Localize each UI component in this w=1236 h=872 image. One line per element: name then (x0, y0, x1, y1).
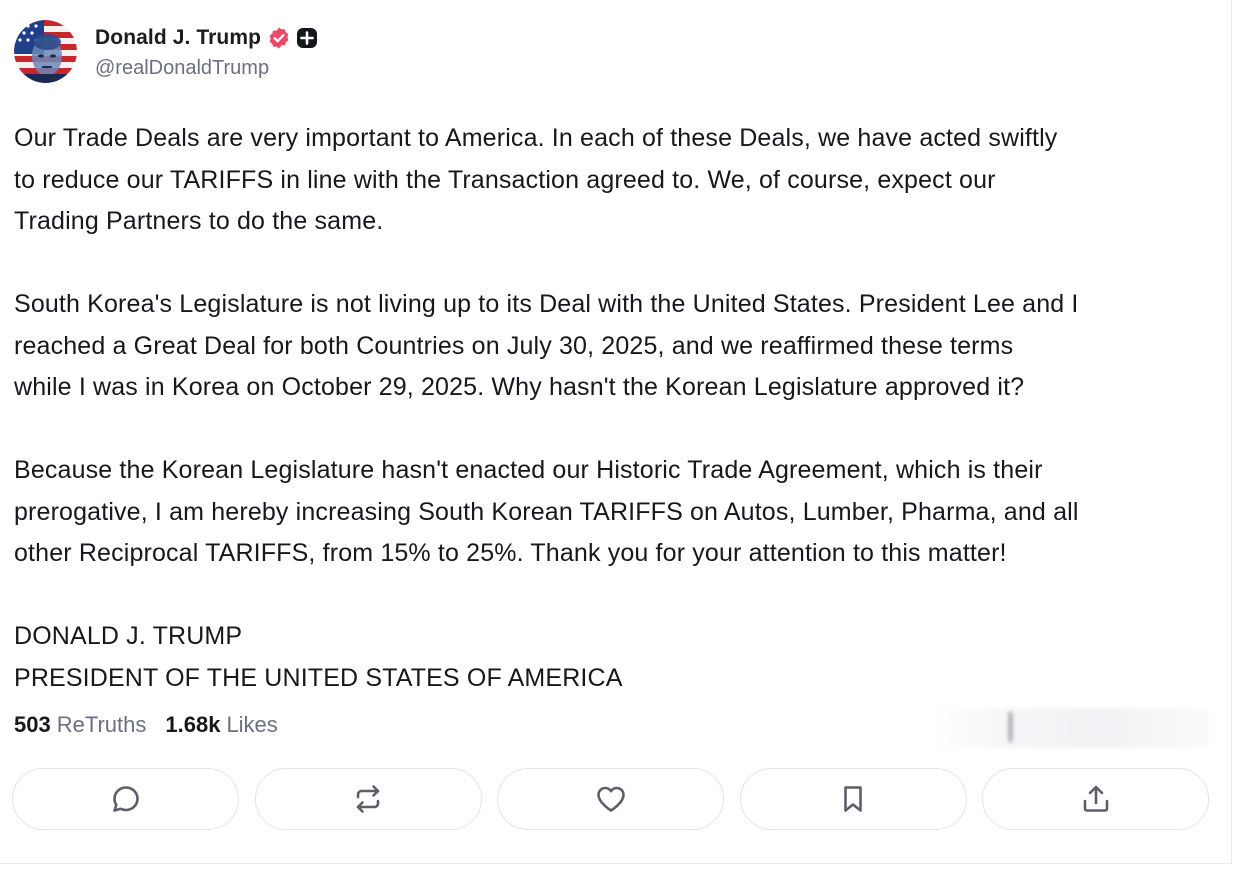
post-paragraph: Because the Korean Legislature hasn't en… (14, 456, 1079, 567)
post-paragraph: South Korea's Legislature is not living … (14, 290, 1079, 401)
blurred-mark (1009, 712, 1012, 742)
post-text: Our Trade Deals are very important to Am… (14, 118, 1214, 699)
blurred-watermark (930, 708, 1210, 748)
heart-icon (596, 786, 625, 812)
author-display-name[interactable]: Donald J. Trump (95, 26, 261, 50)
plus-badge-icon (296, 27, 318, 49)
share-icon (1083, 785, 1108, 812)
like-button[interactable] (497, 768, 724, 830)
name-row: Donald J. Trump (95, 23, 318, 53)
repost-icon (356, 785, 380, 813)
likes-label[interactable]: Likes (226, 712, 277, 738)
retruth-button[interactable] (254, 768, 482, 830)
bookmark-button[interactable] (739, 768, 967, 830)
verified-badge-icon (267, 26, 291, 50)
share-button[interactable] (982, 768, 1209, 830)
retruths-label[interactable]: ReTruths (57, 712, 147, 738)
author-handle[interactable]: @realDonaldTrump (95, 57, 318, 80)
retruths-count[interactable]: 503 (14, 712, 51, 738)
avatar[interactable] (14, 19, 77, 83)
post-paragraph: Our Trade Deals are very important to Am… (14, 124, 1058, 235)
engagement-stats: 503 ReTruths 1.68k Likes (14, 712, 278, 738)
action-bar (12, 768, 1209, 830)
post-card: Donald J. Trump @realDonaldTrump Our Tra… (0, 0, 1232, 864)
avatar-portrait-icon (14, 19, 77, 83)
post-signature: DONALD J. TRUMP PRESIDENT OF THE UNITED … (14, 622, 623, 692)
reply-button[interactable] (12, 768, 239, 830)
author-block: Donald J. Trump @realDonaldTrump (95, 23, 318, 80)
post-header: Donald J. Trump @realDonaldTrump (14, 18, 318, 84)
comment-icon (112, 786, 139, 812)
likes-count[interactable]: 1.68k (165, 712, 220, 738)
bookmark-icon (844, 786, 862, 812)
